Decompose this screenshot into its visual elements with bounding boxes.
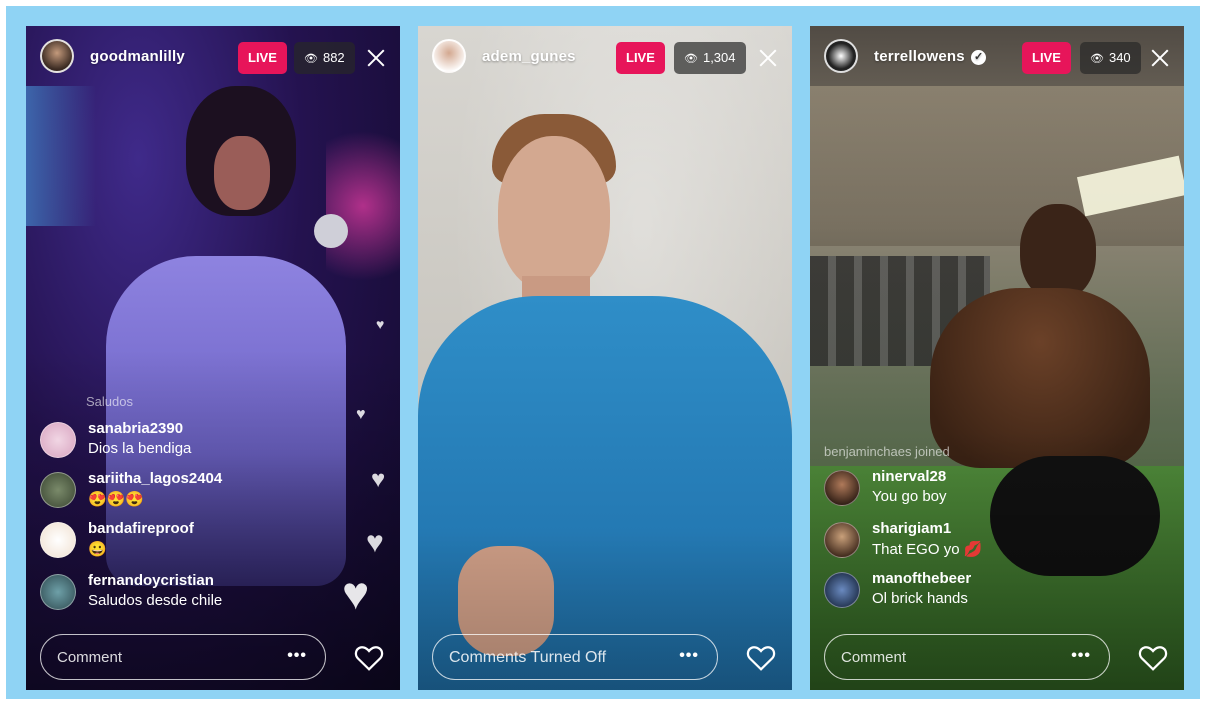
microphone (314, 214, 348, 248)
comment-placeholder: Comment (841, 649, 907, 666)
comment-text: You go boy (872, 488, 947, 505)
live-stream-panel-2: adem_gunes LIVE 👁 1,304 Comments Turned O… (418, 26, 792, 690)
comment-item: sariitha_lagos2404 😍😍😍 (40, 468, 340, 514)
close-icon[interactable] (364, 46, 388, 70)
commenter-username[interactable]: sanabria2390 (88, 420, 183, 437)
system-message: benjaminchaes joined (824, 444, 950, 459)
streamer-avatar[interactable] (824, 39, 858, 73)
floating-heart: ♥ (366, 526, 384, 559)
commenter-avatar[interactable] (40, 472, 76, 508)
viewer-count[interactable]: 👁 882 (294, 42, 355, 74)
comment-item: sanabria2390 Dios la bendiga (40, 418, 340, 464)
more-options-icon[interactable]: ••• (679, 647, 699, 665)
streamer-username[interactable]: adem_gunes (482, 48, 576, 65)
streamer-avatar[interactable] (40, 39, 74, 73)
commenter-avatar[interactable] (40, 422, 76, 458)
commenter-username[interactable]: sharigiam1 (872, 520, 951, 537)
comment-text: 😍😍😍 (88, 491, 145, 508)
close-icon[interactable] (1148, 46, 1172, 70)
commenter-avatar[interactable] (824, 572, 860, 608)
more-options-icon[interactable]: ••• (1071, 647, 1091, 665)
comment-item: ninerval28 You go boy (824, 466, 1124, 512)
heart-icon[interactable] (354, 644, 384, 672)
viewer-count-value: 1,304 (702, 50, 736, 65)
live-stream-panel-3: terrellowens ✓ LIVE 👁 340 benjaminchaes j… (810, 26, 1184, 690)
commenter-avatar[interactable] (824, 470, 860, 506)
commenter-username[interactable]: manofthebeer (872, 570, 971, 587)
close-icon[interactable] (756, 46, 780, 70)
verified-badge-icon: ✓ (971, 49, 987, 65)
eye-icon: 👁 (684, 53, 698, 65)
heart-icon[interactable] (1138, 644, 1168, 672)
comment-input[interactable]: Comment ••• (40, 634, 326, 680)
more-options-icon[interactable]: ••• (287, 647, 307, 665)
floating-heart: ♥ (356, 406, 366, 423)
collage-frame: ♥ ♥ ♥ ♥ ♥ goodmanlilly LIVE 👁 882 Saludos… (6, 6, 1200, 699)
floating-heart: ♥ (342, 567, 370, 619)
floating-heart: ♥ (371, 466, 386, 493)
commenter-avatar[interactable] (40, 574, 76, 610)
streamer-username-text: terrellowens (874, 48, 965, 65)
comment-text: Dios la bendiga (88, 440, 192, 457)
viewer-count[interactable]: 👁 1,304 (674, 42, 746, 74)
commenter-avatar[interactable] (824, 522, 860, 558)
comment-placeholder: Comment (57, 649, 123, 666)
stage-light (26, 86, 96, 226)
comment-item: fernandoycristian Saludos desde chile (40, 570, 340, 616)
streamer-avatar[interactable] (432, 39, 466, 73)
stage-light-pink (326, 106, 400, 306)
athlete-head (1020, 204, 1096, 300)
live-badge: LIVE (616, 42, 665, 74)
comment-input[interactable]: Comments Turned Off ••• (432, 634, 718, 680)
singer-face (214, 136, 270, 210)
comment-item: sharigiam1 That EGO yo 💋 (824, 518, 1124, 564)
streamer-username[interactable]: terrellowens ✓ (874, 48, 987, 65)
man-face (498, 136, 610, 292)
comment-item: manofthebeer Ol brick hands (824, 568, 1124, 614)
comment-text: Ol brick hands (872, 590, 968, 607)
commenter-username[interactable]: ninerval28 (872, 468, 946, 485)
comment-input[interactable]: Comment ••• (824, 634, 1110, 680)
live-badge: LIVE (238, 42, 287, 74)
eye-icon: 👁 (304, 53, 318, 65)
streamer-username[interactable]: goodmanlilly (90, 48, 185, 65)
heart-icon[interactable] (746, 644, 776, 672)
commenter-username[interactable]: fernandoycristian (88, 572, 214, 589)
floating-heart: ♥ (376, 316, 385, 332)
system-message: Saludos (86, 394, 133, 409)
live-badge: LIVE (1022, 42, 1071, 74)
viewer-count-value: 340 (1108, 50, 1131, 65)
commenter-username[interactable]: sariitha_lagos2404 (88, 470, 222, 487)
commenter-username[interactable]: bandafireproof (88, 520, 194, 537)
comment-text: 😀 (88, 541, 107, 558)
eye-icon: 👁 (1090, 53, 1104, 65)
comment-text: That EGO yo 💋 (872, 541, 983, 558)
viewer-count[interactable]: 👁 340 (1080, 42, 1141, 74)
viewer-count-value: 882 (322, 50, 345, 65)
live-stream-panel-1: ♥ ♥ ♥ ♥ ♥ goodmanlilly LIVE 👁 882 Saludos… (26, 26, 400, 690)
comment-placeholder: Comments Turned Off (449, 649, 607, 666)
comment-item: bandafireproof 😀 (40, 518, 340, 564)
commenter-avatar[interactable] (40, 522, 76, 558)
comment-text: Saludos desde chile (88, 592, 223, 609)
